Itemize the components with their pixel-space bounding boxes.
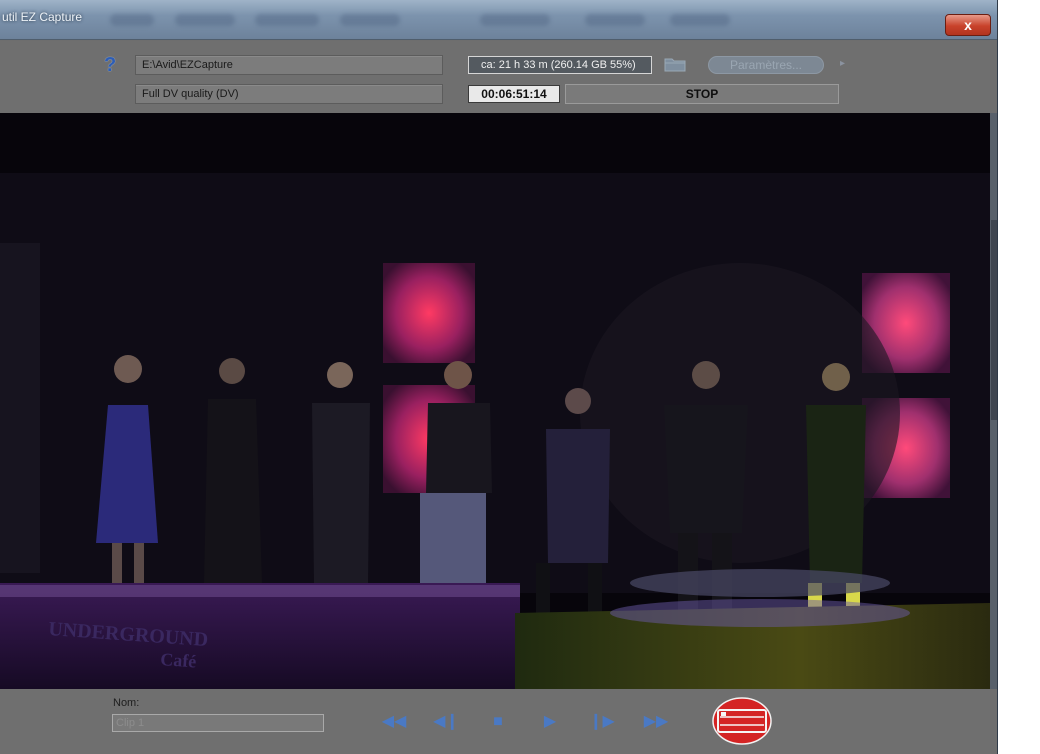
step-forward-icon[interactable]: ❙▶ — [588, 712, 616, 732]
title-blur — [255, 14, 319, 26]
close-button[interactable]: x — [945, 14, 991, 36]
window-title: util EZ Capture — [2, 10, 83, 24]
name-label: Nom: — [113, 697, 140, 709]
folder-icon[interactable] — [664, 56, 686, 72]
stage-sign-text: Café — [160, 649, 197, 671]
settings-arrow-icon[interactable]: ▸ — [840, 58, 845, 69]
help-icon[interactable]: ? — [104, 54, 116, 77]
title-blur — [175, 14, 235, 26]
quality-select[interactable]: Full DV quality (DV) — [135, 84, 443, 104]
stage-light-panel — [383, 263, 475, 363]
title-bar: util EZ Capture x — [0, 0, 997, 40]
fast-forward-icon[interactable]: ▶▶ — [642, 712, 670, 732]
title-blur — [585, 14, 645, 26]
title-blur — [340, 14, 400, 26]
video-preview: UNDERGROUND Café — [0, 113, 990, 689]
scrollbar-thumb[interactable] — [991, 220, 997, 420]
title-blur — [110, 14, 154, 26]
play-icon[interactable]: ▶ — [538, 712, 562, 732]
capture-window: util EZ Capture x ? E:\Avid\EZCapture Fu… — [0, 0, 998, 754]
stop-icon[interactable]: ■ — [486, 712, 510, 732]
title-blur — [480, 14, 550, 26]
clip-name-input[interactable]: Clip 1 — [112, 714, 324, 732]
disk-space-indicator: ca: 21 h 33 m (260.14 GB 55%) — [468, 56, 652, 74]
video-frame: UNDERGROUND Café — [0, 113, 990, 689]
rewind-icon[interactable]: ◀◀ — [380, 712, 408, 732]
step-back-icon[interactable]: ◀❙ — [432, 712, 460, 732]
path-field[interactable]: E:\Avid\EZCapture — [135, 55, 443, 75]
capture-status-button[interactable]: STOP — [565, 84, 839, 104]
record-icon[interactable] — [712, 697, 772, 745]
settings-button[interactable]: Paramètres... — [708, 56, 824, 74]
timecode-display: 00:06:51:14 — [468, 85, 560, 103]
title-blur — [670, 14, 730, 26]
